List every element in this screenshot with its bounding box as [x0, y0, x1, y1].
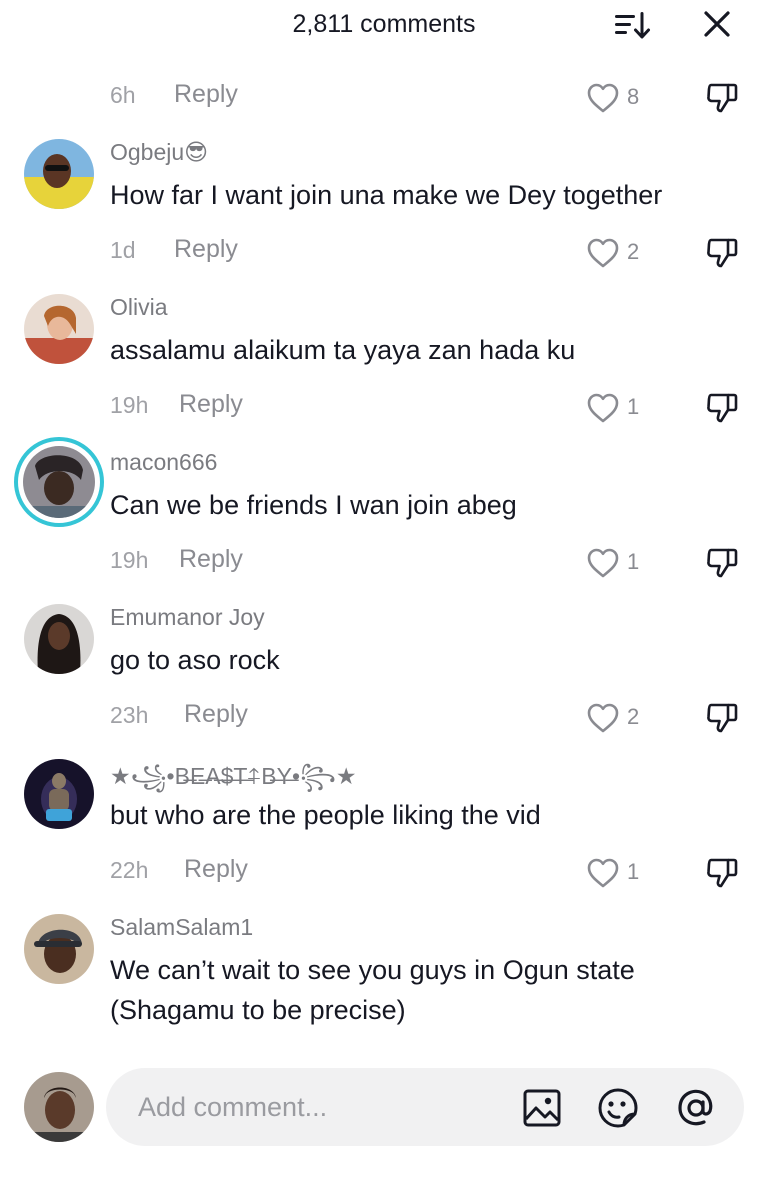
comment-actions: 23h Reply 2: [0, 700, 768, 736]
comment-time: 19h: [110, 392, 149, 418]
dislike-icon[interactable]: [703, 80, 741, 116]
like-count: 2: [627, 239, 640, 264]
avatar[interactable]: [24, 139, 94, 209]
avatar: [23, 446, 95, 518]
heart-icon: [587, 703, 619, 733]
comment-username[interactable]: SalamSalam1: [110, 914, 253, 941]
like-count: 1: [627, 549, 640, 574]
reply-button[interactable]: Reply: [179, 545, 243, 574]
like-button[interactable]: 2: [585, 235, 649, 271]
heart-icon: [587, 858, 619, 888]
like-button[interactable]: 1: [585, 855, 649, 891]
heart-icon: [587, 83, 619, 113]
reply-button[interactable]: Reply: [179, 390, 243, 419]
like-button[interactable]: 2: [585, 700, 649, 736]
comment-input-container[interactable]: [106, 1068, 744, 1146]
comment-item: macon666 Can we be friends I wan join ab…: [0, 437, 768, 595]
dislike-icon[interactable]: [703, 855, 741, 891]
comment-text: go to aso rock: [110, 645, 280, 675]
dislike-icon[interactable]: [703, 235, 741, 271]
comment-item: SalamSalam1 We can’t wait to see you guy…: [0, 910, 768, 1050]
comments-list[interactable]: 6h Reply 8 Ogbeju😎 How far I want join u…: [0, 50, 768, 1050]
avatar[interactable]: [24, 604, 94, 674]
avatar[interactable]: [24, 914, 94, 984]
reply-button[interactable]: Reply: [174, 235, 238, 264]
comment-username[interactable]: Emumanor Joy: [110, 604, 265, 631]
dislike-icon[interactable]: [703, 545, 741, 581]
comment-text: How far I want join una make we Dey toge…: [110, 180, 663, 210]
like-button[interactable]: 1: [585, 545, 649, 581]
avatar-story-ring[interactable]: [14, 437, 104, 527]
avatar[interactable]: [24, 759, 94, 829]
image-icon[interactable]: [520, 1086, 564, 1130]
like-count: 1: [627, 859, 640, 884]
like-button[interactable]: 8: [585, 80, 649, 116]
like-count: 8: [627, 84, 640, 109]
comment-text: but who are the people liking the vid: [110, 800, 541, 830]
comment-item: Emumanor Joy go to aso rock 23h Reply 2: [0, 600, 768, 750]
heart-icon: [587, 238, 619, 268]
comment-actions: 6h Reply 8: [0, 80, 768, 116]
emoji-icon[interactable]: [596, 1086, 640, 1130]
reply-button[interactable]: Reply: [184, 855, 248, 884]
heart-icon: [587, 548, 619, 578]
comment-item: ★꧁•B̶E̶A̶$̶T̶⍏B̶Y̶•꧂★ but who are the pe…: [0, 755, 768, 905]
mention-icon[interactable]: [674, 1086, 718, 1130]
comment-text: Can we be friends I wan join abeg: [110, 490, 517, 520]
comments-count-title: 2,811 comments: [292, 10, 476, 38]
comment-item: Olivia assalamu alaikum ta yaya zan hada…: [0, 290, 768, 440]
comment-time: 1d: [110, 237, 136, 263]
comment-username[interactable]: Ogbeju😎: [110, 139, 208, 166]
comment-actions: 19h Reply 1: [0, 390, 768, 426]
comment-time: 19h: [110, 547, 149, 573]
comments-header: 2,811 comments: [0, 0, 768, 50]
avatar[interactable]: [24, 294, 94, 364]
comment-compose-bar: [0, 1050, 768, 1200]
comment-time: 23h: [110, 702, 149, 728]
my-avatar[interactable]: [24, 1072, 94, 1142]
comment-actions: 1d Reply 2: [0, 235, 768, 271]
comment-actions: 19h Reply 1: [0, 545, 768, 581]
comment-time: 6h: [110, 82, 136, 108]
like-count: 1: [627, 394, 640, 419]
reply-button[interactable]: Reply: [174, 80, 238, 109]
like-count: 2: [627, 704, 640, 729]
like-button[interactable]: 1: [585, 390, 649, 426]
comment-time: 22h: [110, 857, 149, 883]
comment-item: Ogbeju😎 How far I want join una make we …: [0, 135, 768, 285]
dislike-icon[interactable]: [703, 390, 741, 426]
heart-icon: [587, 393, 619, 423]
comment-username[interactable]: macon666: [110, 449, 217, 476]
comment-username[interactable]: Olivia: [110, 294, 168, 321]
comment-actions: 22h Reply 1: [0, 855, 768, 891]
sort-icon[interactable]: [612, 8, 652, 42]
dislike-icon[interactable]: [703, 700, 741, 736]
close-icon[interactable]: [699, 8, 735, 42]
reply-button[interactable]: Reply: [184, 700, 248, 729]
comment-text: We can’t wait to see you guys in Ogun st…: [110, 955, 635, 1025]
comment-input[interactable]: [138, 1086, 508, 1128]
comment-text: assalamu alaikum ta yaya zan hada ku: [110, 335, 576, 365]
